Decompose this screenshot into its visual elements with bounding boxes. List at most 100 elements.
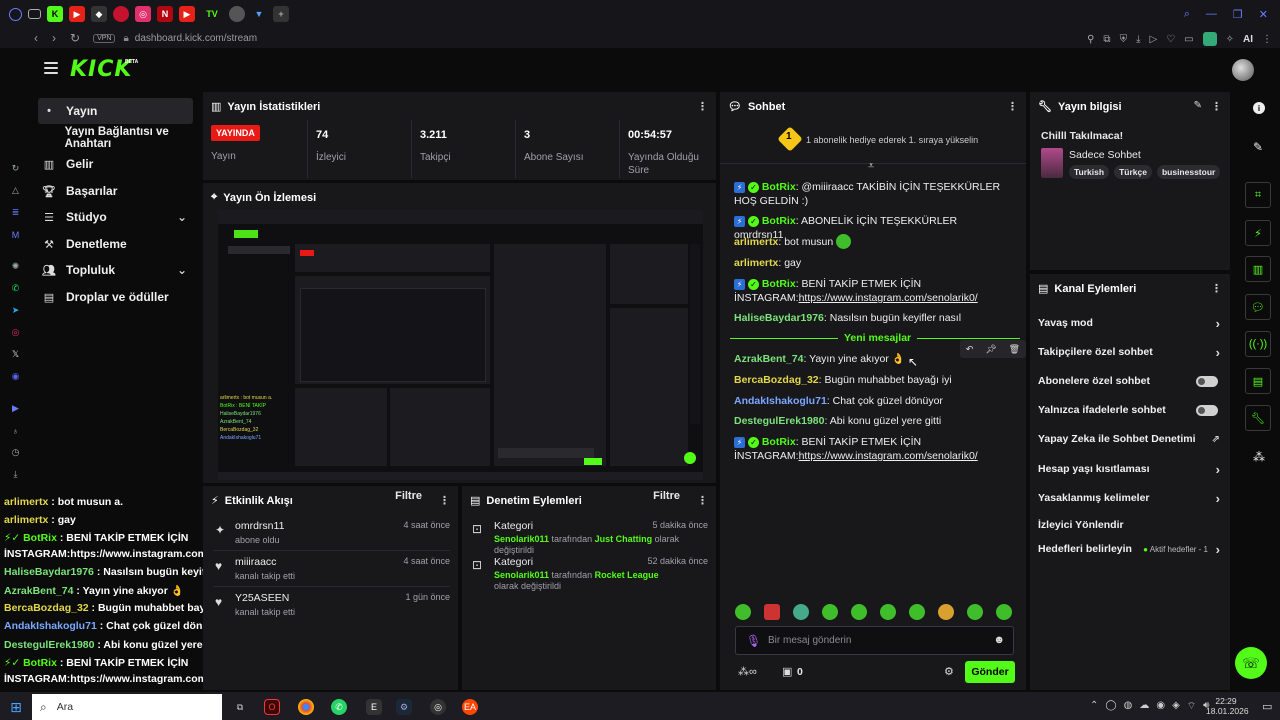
- close-window-icon[interactable]: ✕: [1259, 8, 1268, 21]
- chat-rail-icon[interactable]: 💬︎: [1245, 294, 1271, 320]
- activity-row[interactable]: ♥ Y25ASEEN kanalı takip etti 1 gün önce: [213, 592, 450, 626]
- chat-username[interactable]: BercaBozdag_32: [734, 374, 819, 386]
- tool-icon[interactable]: 🔧︎: [1245, 405, 1271, 431]
- chat-username[interactable]: DestegulErek1980: [734, 415, 824, 427]
- pin-icon[interactable]: ⚲: [1087, 34, 1094, 45]
- emote-icon[interactable]: [880, 604, 896, 620]
- emote-icon[interactable]: [764, 604, 780, 620]
- tab-triangle-icon[interactable]: ▼: [251, 6, 267, 22]
- sidebar-stack-icon[interactable]: ≣: [9, 206, 22, 219]
- dots-cluster-icon[interactable]: ⁂: [1253, 450, 1265, 464]
- send-button[interactable]: Gönder: [965, 661, 1015, 683]
- chat-username[interactable]: BotRix: [762, 215, 796, 227]
- tab-kick[interactable]: K: [47, 6, 63, 22]
- wallet-icon[interactable]: ▭: [1184, 34, 1193, 45]
- sidebar-player-icon[interactable]: ▶: [9, 402, 22, 415]
- screen-icon[interactable]: ⌗: [1245, 182, 1271, 208]
- reply-icon[interactable]: ↶: [966, 344, 974, 355]
- moderation-user[interactable]: Senolarik011: [494, 570, 549, 580]
- channel-action-item[interactable]: Yavaş mod ›: [1038, 312, 1222, 334]
- sidebar-refresh-icon[interactable]: ↻: [9, 162, 22, 175]
- channel-action-item[interactable]: Yalnızca ifadelerle sohbet: [1038, 399, 1222, 421]
- activity-row[interactable]: ✦ omrdrsn11 abone oldu 4 saat önce: [213, 520, 450, 554]
- vpn-badge[interactable]: VPN: [93, 33, 116, 43]
- emote-icon[interactable]: [793, 604, 809, 620]
- user-avatar[interactable]: [1232, 59, 1254, 81]
- windows-start-icon[interactable]: ⊞: [8, 699, 24, 715]
- layout-icon[interactable]: ▤: [1245, 368, 1271, 394]
- stream-preview-video[interactable]: arlimertx : bot musun a. BotRix : BENİ TA…: [218, 210, 703, 480]
- nav-item-gelir[interactable]: ▥ Gelir: [38, 151, 193, 177]
- pencil-icon[interactable]: ✎: [1253, 140, 1263, 154]
- chat-message[interactable]: AndakIshakoglu71: Chat çok güzel dönüyor: [734, 394, 1009, 408]
- epic-games-icon[interactable]: E: [366, 699, 382, 715]
- chat-link[interactable]: https://www.instagram.com/senolarik0/: [799, 450, 978, 462]
- kick-logo[interactable]: KICK: [70, 57, 132, 82]
- tab-netflix-icon[interactable]: N: [157, 6, 173, 22]
- extension-icon[interactable]: [1202, 32, 1217, 46]
- url-field[interactable]: dashboard.kick.com/stream: [135, 33, 257, 44]
- sidebar-x-icon[interactable]: 𝕏: [9, 348, 22, 361]
- nav-item-stream-key[interactable]: Yayın Bağlantısı ve Anahtarı: [38, 125, 203, 151]
- tray-discord-icon[interactable]: ◈: [1172, 700, 1180, 713]
- maximize-icon[interactable]: ❐: [1233, 8, 1243, 21]
- chat-link[interactable]: https://www.instagram.com/senolarik0/: [799, 292, 978, 304]
- gift-box-icon[interactable]: ▣: [782, 665, 792, 678]
- download-icon[interactable]: ⤓: [1136, 34, 1140, 45]
- opera-logo-icon[interactable]: [9, 7, 22, 21]
- chat-message[interactable]: BercaBozdag_32: Bugün muhabbet bayağı iy…: [734, 373, 1009, 387]
- scroll-down-icon[interactable]: ⩡: [868, 160, 874, 173]
- taskbar-search[interactable]: ⌕ Ara: [32, 694, 222, 720]
- pin-message-icon[interactable]: 📌︎: [985, 344, 996, 355]
- chat-username[interactable]: BotRix: [762, 436, 796, 448]
- broadcast-icon[interactable]: ((·)): [1245, 331, 1271, 357]
- tab-youtube2-icon[interactable]: ▶: [179, 6, 195, 22]
- tab-tv[interactable]: TV: [201, 6, 223, 22]
- new-tab-button[interactable]: +: [273, 6, 289, 22]
- snapshot-icon[interactable]: ⧉: [1103, 34, 1110, 45]
- sidebar-aria-icon[interactable]: △: [9, 184, 22, 197]
- sidebar-bulb-icon[interactable]: ♁: [9, 424, 22, 437]
- channel-action-item[interactable]: Hesap yaşı kısıtlaması ›: [1038, 458, 1222, 480]
- channel-action-item[interactable]: İzleyici Yönlendir: [1038, 514, 1222, 536]
- shield-icon[interactable]: ⛨: [1120, 34, 1128, 45]
- emote-icon[interactable]: [967, 604, 983, 620]
- minimize-icon[interactable]: —: [1206, 8, 1217, 21]
- sidebar-download-icon[interactable]: ⤓: [9, 468, 22, 481]
- tab-red-icon[interactable]: [113, 6, 129, 22]
- edit-icon[interactable]: ✎: [1194, 100, 1202, 111]
- bolt-rail-icon[interactable]: ⚡︎: [1245, 220, 1271, 246]
- emote-icon[interactable]: [735, 604, 751, 620]
- whatsapp-icon[interactable]: ✆: [331, 699, 347, 715]
- sidebar-instagram-icon[interactable]: ◎: [9, 326, 22, 339]
- nav-item-topluluk[interactable]: 👥︎ Topluluk ⌄: [38, 257, 193, 283]
- nav-item-denetleme[interactable]: ⚒ Denetleme: [38, 231, 193, 257]
- document-icon[interactable]: ▥: [1245, 256, 1271, 282]
- sidebar-m-icon[interactable]: M: [9, 228, 22, 241]
- tag[interactable]: Turkish: [1069, 165, 1110, 179]
- tray-steam-icon[interactable]: ◉: [1156, 700, 1165, 713]
- activity-filter-button[interactable]: Filtre: [395, 490, 422, 502]
- chat-username[interactable]: arlimertx: [734, 257, 778, 269]
- stats-menu-icon[interactable]: ⋮: [697, 100, 708, 113]
- toggle-switch[interactable]: [1196, 404, 1218, 416]
- emoji-picker-icon[interactable]: ☻: [993, 634, 1005, 646]
- sidebar-whatsapp-icon[interactable]: ✆: [9, 282, 22, 295]
- chat-username[interactable]: AndakIshakoglu71: [734, 395, 827, 407]
- chat-username[interactable]: BotRix: [762, 278, 796, 290]
- chat-username[interactable]: arlimertx: [734, 236, 778, 248]
- stream-info-menu-icon[interactable]: ⋮: [1211, 100, 1222, 113]
- chat-message[interactable]: HaliseBaydar1976: Nasılsın bugün keyifle…: [734, 311, 1009, 325]
- chat-message[interactable]: DestegulErek1980: Abi konu güzel yere gi…: [734, 414, 1009, 428]
- chat-message[interactable]: ⚡ ✓ BotRix: BENİ TAKİP ETMEK İÇİN İNSTAG…: [734, 277, 1009, 305]
- ai-button[interactable]: AI: [1243, 34, 1253, 45]
- delete-icon[interactable]: 🗑︎: [1009, 344, 1020, 355]
- sidebar-telegram-icon[interactable]: ➤: [9, 304, 22, 317]
- tray-chevron-icon[interactable]: ⌃: [1090, 700, 1098, 713]
- play-icon[interactable]: ▷: [1149, 34, 1157, 45]
- emote-icon[interactable]: [938, 604, 954, 620]
- sidebar-chatgpt-icon[interactable]: ✺: [9, 260, 22, 273]
- info-icon[interactable]: i: [1253, 102, 1265, 114]
- channel-actions-menu-icon[interactable]: ⋮: [1211, 282, 1222, 295]
- tray-game-icon[interactable]: ◍: [1124, 700, 1133, 713]
